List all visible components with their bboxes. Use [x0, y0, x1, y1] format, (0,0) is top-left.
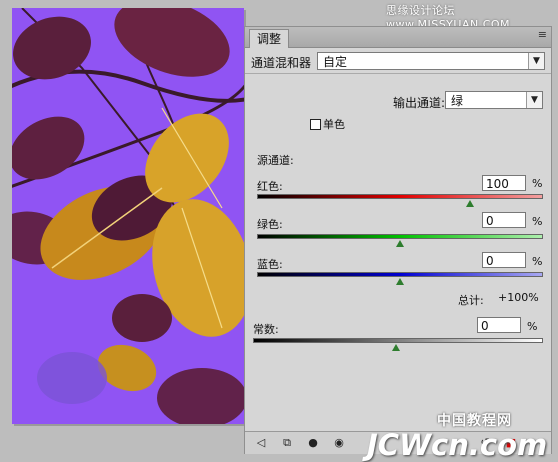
red-percent: %	[532, 177, 543, 190]
chevron-down-icon: ▼	[528, 53, 544, 69]
clip-layer-icon[interactable]: ⧉	[279, 436, 295, 450]
green-label: 绿色:	[257, 218, 283, 231]
red-slider-thumb[interactable]	[466, 200, 474, 207]
eye-icon[interactable]: ◉	[331, 436, 347, 450]
blue-slider-thumb[interactable]	[396, 278, 404, 285]
red-label: 红色:	[257, 180, 283, 193]
blue-slider-track[interactable]	[257, 272, 543, 277]
constant-label: 常数:	[253, 323, 279, 336]
preset-dropdown[interactable]: 自定 ▼	[317, 52, 545, 70]
green-slider-track[interactable]	[257, 234, 543, 239]
watermark-bottom-logo: JCWcn.com	[367, 428, 548, 462]
output-channel-dropdown[interactable]: 绿 ▼	[445, 91, 543, 109]
panel-menu-icon[interactable]: ≡	[538, 28, 547, 41]
adjustments-panel: 调整 ≡ 通道混和器 自定 ▼ 输出通道: 绿 ▼ 单色 源通道: 红色: 10…	[244, 26, 552, 454]
image-canvas	[12, 8, 244, 424]
output-channel-label: 输出通道:	[393, 96, 446, 110]
total-value: +100%	[498, 291, 539, 304]
monochrome-checkbox[interactable]	[310, 119, 321, 130]
monochrome-label: 单色	[323, 118, 345, 131]
red-slider-track[interactable]	[257, 194, 543, 199]
constant-percent: %	[527, 320, 538, 333]
constant-slider-thumb[interactable]	[392, 344, 400, 351]
chevron-down-icon: ▼	[526, 92, 542, 108]
green-percent: %	[532, 215, 543, 228]
blue-label: 蓝色:	[257, 258, 283, 271]
leaf-photo	[12, 8, 244, 424]
back-arrow-icon[interactable]: ◁	[253, 436, 269, 450]
blue-value-input[interactable]: 0	[482, 252, 526, 268]
watermark-bottom-cn: 中国教程网	[437, 413, 512, 429]
green-value-input[interactable]: 0	[482, 212, 526, 228]
preset-label: 通道混和器	[251, 56, 312, 70]
constant-value-input[interactable]: 0	[477, 317, 521, 333]
source-channels-label: 源通道:	[257, 154, 294, 167]
green-slider-thumb[interactable]	[396, 240, 404, 247]
panel-tabbar: 调整 ≡	[245, 27, 551, 48]
preset-value: 自定	[323, 55, 348, 69]
blue-percent: %	[532, 255, 543, 268]
visibility-mask-icon[interactable]: ●	[305, 436, 321, 450]
total-label: 总计:	[458, 294, 484, 307]
output-channel-value: 绿	[451, 94, 464, 108]
red-value-input[interactable]: 100	[482, 175, 526, 191]
tab-adjustments[interactable]: 调整	[249, 29, 289, 48]
preset-row: 通道混和器 自定 ▼	[245, 49, 551, 74]
constant-slider-track[interactable]	[253, 338, 543, 343]
